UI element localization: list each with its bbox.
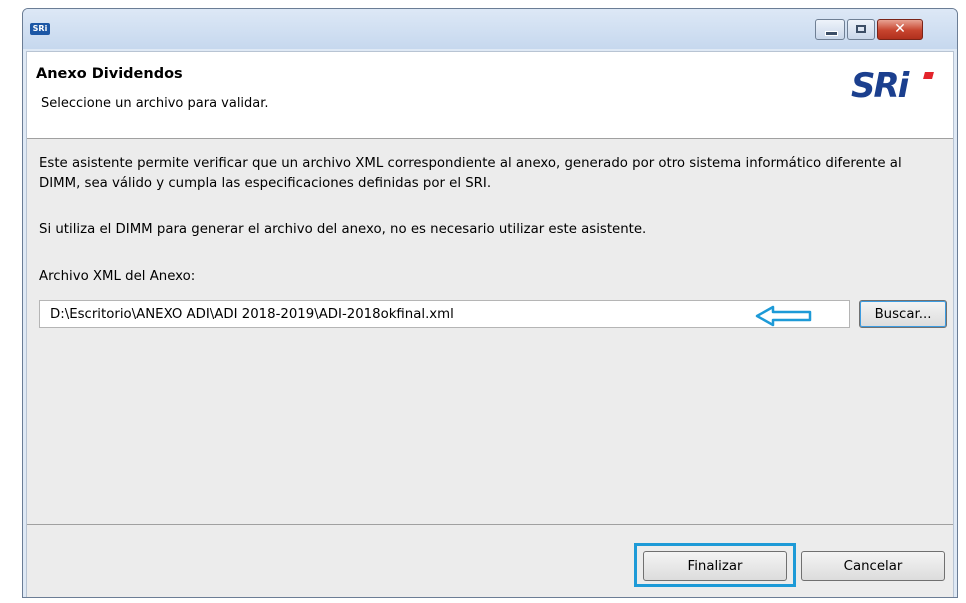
- wizard-header: Anexo Dividendos Seleccione un archivo p…: [27, 52, 953, 139]
- logo-accent: [923, 72, 934, 79]
- arrow-left-icon: [755, 305, 812, 327]
- minimize-icon: [825, 31, 838, 36]
- finish-button[interactable]: Finalizar: [643, 551, 787, 581]
- page-title: Anexo Dividendos: [36, 66, 183, 82]
- app-icon: SRi: [30, 23, 50, 35]
- file-path-input[interactable]: [39, 300, 850, 328]
- browse-button[interactable]: Buscar...: [859, 300, 947, 328]
- description-text: Este asistente permite verificar que un …: [39, 156, 902, 191]
- maximize-icon: [856, 25, 866, 33]
- title-bar[interactable]: SRi ✕: [23, 9, 957, 49]
- wizard-footer: Finalizar Cancelar: [27, 524, 953, 597]
- note-text: Si utiliza el DIMM para generar el archi…: [39, 222, 647, 237]
- page-subtitle: Seleccione un archivo para validar.: [41, 96, 269, 111]
- wizard-body: Este asistente permite verificar que un …: [27, 139, 953, 509]
- close-icon: ✕: [894, 21, 906, 37]
- cancel-button[interactable]: Cancelar: [801, 551, 945, 581]
- dialog-client: Anexo Dividendos Seleccione un archivo p…: [26, 51, 954, 597]
- file-field-label: Archivo XML del Anexo:: [39, 269, 196, 284]
- close-button[interactable]: ✕: [877, 19, 923, 40]
- logo-text: SRi: [851, 66, 909, 106]
- sri-logo: SRi: [851, 66, 937, 110]
- maximize-button[interactable]: [847, 19, 875, 40]
- minimize-button[interactable]: [815, 19, 845, 40]
- wizard-window: SRi ✕ Anexo Dividendos Seleccione un arc…: [22, 8, 958, 598]
